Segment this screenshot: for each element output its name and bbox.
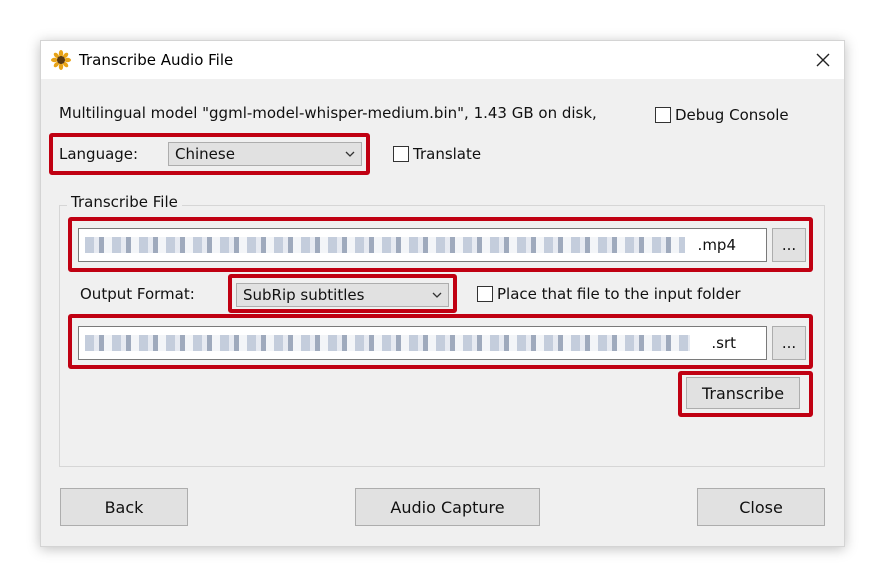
sunflower-icon (51, 50, 71, 70)
transcribe-file-group-title: Transcribe File (67, 193, 182, 211)
output-format-label: Output Format: (80, 285, 195, 303)
place-in-input-folder-label: Place that file to the input folder (497, 285, 741, 303)
window-title: Transcribe Audio File (79, 51, 234, 69)
close-icon (816, 53, 830, 67)
place-in-input-folder-checkbox[interactable] (477, 286, 493, 302)
debug-console-checkbox-row[interactable]: Debug Console (655, 106, 789, 124)
model-info-text: Multilingual model "ggml-model-whisper-m… (59, 104, 597, 122)
back-button[interactable]: Back (60, 488, 188, 526)
title-bar[interactable]: Transcribe Audio File (41, 41, 844, 79)
dialog-window: Transcribe Audio File Multilingual model… (40, 40, 845, 547)
input-file-highlight (68, 217, 813, 272)
window-close-button[interactable] (810, 47, 836, 73)
translate-label: Translate (413, 145, 482, 163)
audio-capture-button[interactable]: Audio Capture (355, 488, 540, 526)
translate-checkbox-row[interactable]: Translate (393, 145, 481, 163)
debug-console-checkbox[interactable] (655, 107, 671, 123)
close-button[interactable]: Close (697, 488, 825, 526)
place-in-input-folder-row[interactable]: Place that file to the input folder (477, 285, 741, 303)
transcribe-highlight (678, 371, 813, 417)
output-format-highlight (228, 274, 457, 313)
translate-checkbox[interactable] (393, 146, 409, 162)
output-file-highlight (68, 314, 813, 369)
debug-console-label: Debug Console (675, 106, 789, 124)
language-highlight (49, 133, 370, 175)
